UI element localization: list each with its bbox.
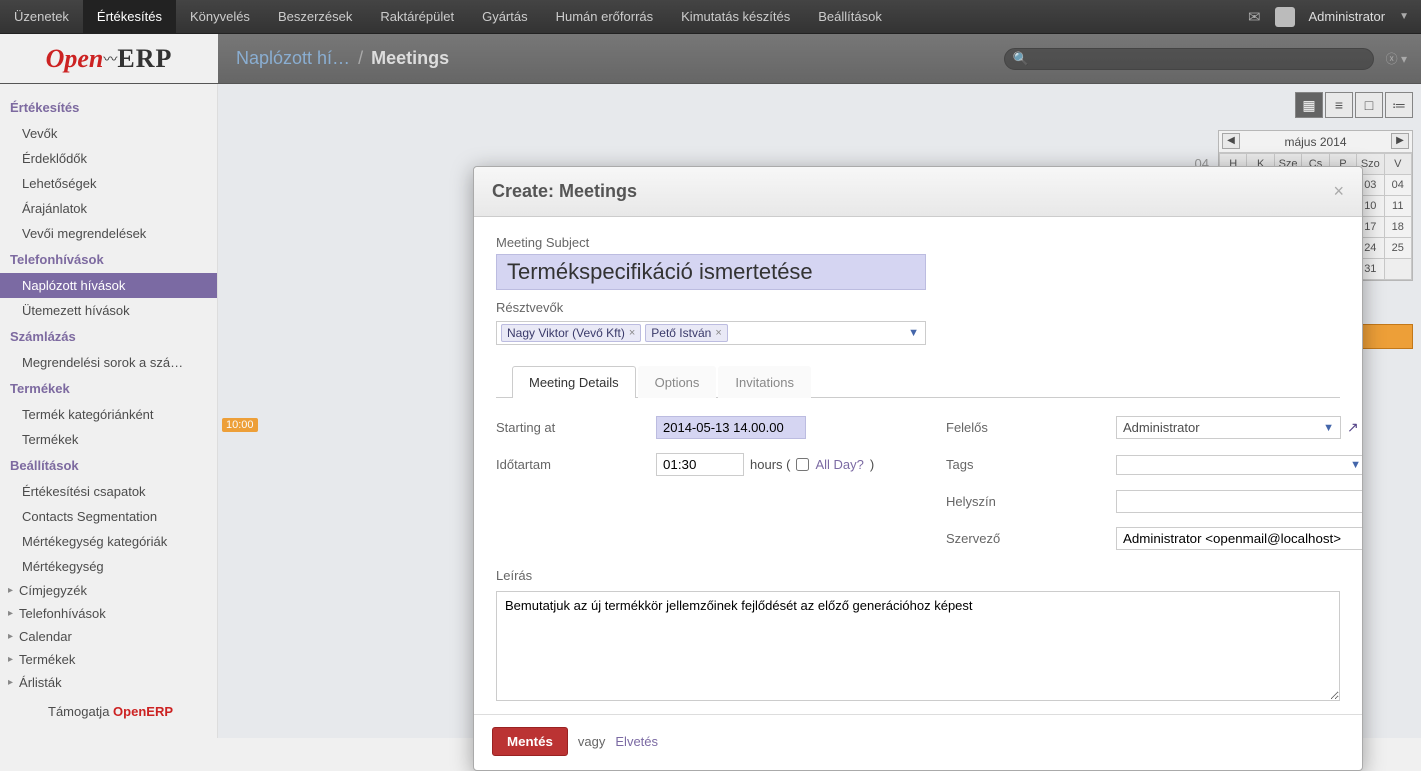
- sidebar-item[interactable]: Értékesítési csapatok: [0, 479, 217, 504]
- menu-konyveles[interactable]: Könyvelés: [176, 0, 264, 33]
- remove-tag-icon[interactable]: ×: [629, 327, 635, 339]
- create-meeting-dialog: Create: Meetings × Meeting Subject Részt…: [473, 166, 1363, 771]
- sidebar-section: Számlázás: [0, 323, 217, 350]
- tab-meeting-details[interactable]: Meeting Details: [512, 366, 636, 398]
- user-menu[interactable]: Administrator: [1309, 9, 1386, 24]
- top-menu: Üzenetek Értékesítés Könyvelés Beszerzés…: [0, 0, 896, 33]
- subject-input[interactable]: [496, 254, 926, 290]
- openerp-link[interactable]: OpenERP: [113, 704, 173, 719]
- menu-beszerzesek[interactable]: Beszerzések: [264, 0, 366, 33]
- sidebar-item[interactable]: Termék kategóriánként: [0, 402, 217, 427]
- organizer-label: Szervező: [946, 531, 1106, 546]
- allday-suffix: ): [870, 457, 874, 472]
- sidebar-item-logged-calls[interactable]: Naplózott hívások: [0, 273, 217, 298]
- search-clear-icon[interactable]: ⓧ ▾: [1386, 50, 1407, 67]
- sidebar: Értékesítés Vevők Érdeklődők Lehetőségek…: [0, 84, 218, 738]
- avatar[interactable]: [1275, 7, 1295, 27]
- discard-link[interactable]: Elvetés: [615, 734, 658, 749]
- participant-tag[interactable]: Pető István×: [645, 324, 727, 342]
- breadcrumb-current: Meetings: [371, 48, 449, 69]
- allday-checkbox[interactable]: [796, 458, 809, 471]
- chevron-down-icon: ▼: [1323, 422, 1334, 434]
- caret-right-icon: ▸: [8, 654, 13, 665]
- sidebar-item[interactable]: Vevői megrendelések: [0, 221, 217, 246]
- menu-gyartas[interactable]: Gyártás: [468, 0, 542, 33]
- sidebar-expandable[interactable]: ▸Árlisták: [0, 671, 217, 694]
- caret-right-icon: ▸: [8, 631, 13, 642]
- location-input[interactable]: [1116, 490, 1362, 513]
- main-area: ▦ ≡ □ ≔ 10:00 04 11 18 25 01 ◀ május 201…: [218, 84, 1421, 738]
- menu-hr[interactable]: Humán erőforrás: [542, 0, 668, 33]
- sidebar-item[interactable]: Lehetőségek: [0, 171, 217, 196]
- participants-input[interactable]: Nagy Viktor (Vevő Kft)× Pető István× ▼: [496, 321, 926, 345]
- starting-input[interactable]: [656, 416, 806, 439]
- sidebar-item[interactable]: Érdeklődők: [0, 146, 217, 171]
- organizer-input[interactable]: [1116, 527, 1362, 550]
- sidebar-section: Termékek: [0, 375, 217, 402]
- participants-label: Résztvevők: [496, 300, 1340, 315]
- breadcrumb: Naplózott hí… / Meetings: [218, 48, 1004, 69]
- save-button[interactable]: Mentés: [492, 727, 568, 756]
- responsible-label: Felelős: [946, 420, 1106, 435]
- sidebar-expandable[interactable]: ▸Termékek: [0, 648, 217, 671]
- location-label: Helyszín: [946, 494, 1106, 509]
- logo[interactable]: Open〰ERP: [0, 34, 218, 83]
- responsible-select[interactable]: Administrator▼: [1116, 416, 1341, 439]
- caret-right-icon: ▸: [8, 677, 13, 688]
- breadcrumb-link[interactable]: Naplózott hí…: [236, 48, 350, 69]
- starting-label: Starting at: [496, 420, 646, 435]
- duration-unit: hours (: [750, 457, 790, 472]
- menu-raktar[interactable]: Raktárépület: [366, 0, 468, 33]
- sidebar-item[interactable]: Megrendelési sorok a szá…: [0, 350, 217, 375]
- subject-label: Meeting Subject: [496, 235, 1340, 250]
- sidebar-expandable[interactable]: ▸Calendar: [0, 625, 217, 648]
- menu-kimutatas[interactable]: Kimutatás készítés: [667, 0, 804, 33]
- tags-label: Tags: [946, 457, 1106, 472]
- caret-right-icon: ▸: [8, 585, 13, 596]
- sidebar-item[interactable]: Termékek: [0, 427, 217, 452]
- sidebar-footer: Támogatja OpenERP: [0, 694, 217, 719]
- dialog-title: Create: Meetings: [492, 181, 1333, 202]
- sidebar-expandable[interactable]: ▸Címjegyzék: [0, 579, 217, 602]
- close-icon[interactable]: ×: [1333, 181, 1344, 202]
- tags-select[interactable]: ▼: [1116, 455, 1362, 475]
- sidebar-item[interactable]: Contacts Segmentation: [0, 504, 217, 529]
- messages-icon[interactable]: ✉: [1248, 8, 1261, 26]
- sidebar-item[interactable]: Mértékegység: [0, 554, 217, 579]
- sidebar-item[interactable]: Ütemezett hívások: [0, 298, 217, 323]
- description-input[interactable]: [496, 591, 1340, 701]
- sidebar-section: Telefonhívások: [0, 246, 217, 273]
- description-label: Leírás: [496, 568, 1340, 583]
- sidebar-item[interactable]: Árajánlatok: [0, 196, 217, 221]
- menu-ertekesites[interactable]: Értékesítés: [83, 0, 176, 33]
- remove-tag-icon[interactable]: ×: [715, 327, 721, 339]
- menu-uzenetek[interactable]: Üzenetek: [0, 0, 83, 33]
- chevron-down-icon[interactable]: ▼: [1399, 11, 1409, 22]
- external-link-icon[interactable]: ↗: [1347, 419, 1359, 436]
- chevron-down-icon: ▼: [1350, 459, 1361, 471]
- participant-tag[interactable]: Nagy Viktor (Vevő Kft)×: [501, 324, 641, 342]
- search-input[interactable]: 🔍: [1004, 48, 1374, 70]
- sidebar-section: Beállítások: [0, 452, 217, 479]
- or-text: vagy: [578, 734, 605, 749]
- duration-label: Időtartam: [496, 457, 646, 472]
- sidebar-section: Értékesítés: [0, 94, 217, 121]
- search-icon: 🔍: [1013, 51, 1029, 67]
- tab-invitations[interactable]: Invitations: [718, 366, 811, 398]
- sidebar-item[interactable]: Vevők: [0, 121, 217, 146]
- sidebar-expandable[interactable]: ▸Telefonhívások: [0, 602, 217, 625]
- tabs: Meeting Details Options Invitations: [496, 365, 1340, 398]
- chevron-down-icon[interactable]: ▼: [908, 327, 919, 339]
- sidebar-item[interactable]: Mértékegység kategóriák: [0, 529, 217, 554]
- menu-beallitasok[interactable]: Beállítások: [804, 0, 896, 33]
- caret-right-icon: ▸: [8, 608, 13, 619]
- allday-label[interactable]: All Day?: [815, 457, 863, 472]
- tab-options[interactable]: Options: [638, 366, 717, 398]
- duration-input[interactable]: [656, 453, 744, 476]
